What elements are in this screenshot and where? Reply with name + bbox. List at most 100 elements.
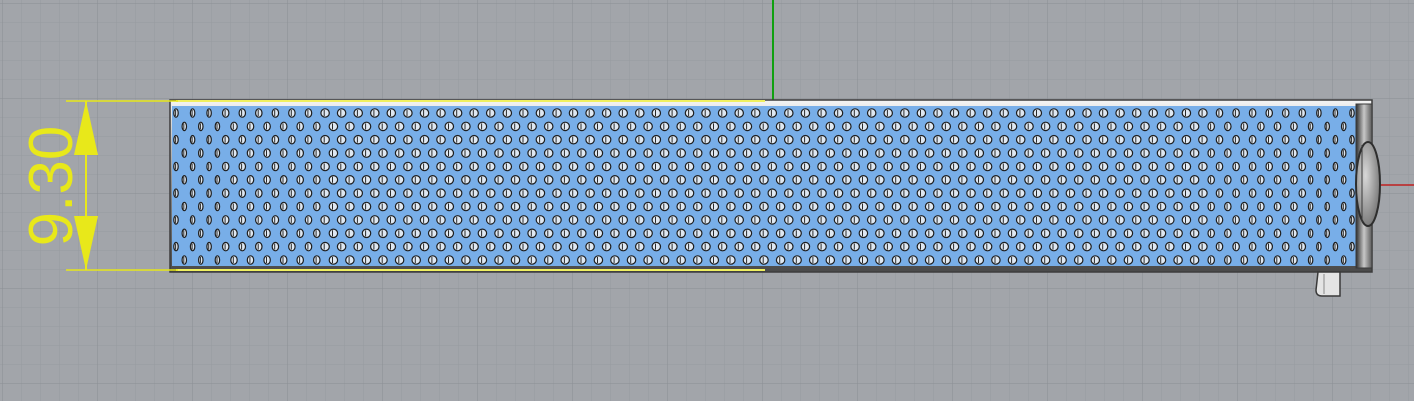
perforation-hole [908,255,918,265]
perforation-hole [941,228,951,239]
perforation-hole [510,148,521,158]
perforation-hole [1257,255,1265,265]
perforation-hole [800,134,811,145]
perforation-hole [246,175,255,185]
perforation-hole [568,161,579,172]
perforation-hole [982,188,993,198]
perforation-hole [651,161,662,172]
perforation-hole [436,188,446,198]
perforation-hole [477,175,488,185]
perforation-hole [726,255,736,265]
perforation-hole [552,161,562,172]
perforation-hole [643,175,653,185]
perforation-hole [1257,228,1265,239]
perforation-hole [841,201,852,212]
perforation-hole [461,201,471,212]
perforation-hole [254,215,263,225]
perforation-hole [1098,161,1109,172]
perforation-hole [933,241,943,252]
perforation-hole [982,241,993,252]
perforation-hole [296,175,305,185]
perforation-hole [320,241,330,252]
perforation-hole [991,228,1001,239]
perforated-tube[interactable] [169,99,1381,297]
perforation-hole [1057,121,1067,132]
perforation-hole [999,134,1009,145]
perforation-hole [610,148,620,158]
perforation-hole [361,255,372,265]
perforation-hole [518,161,529,172]
perforation-hole [444,121,455,132]
perforation-hole [1065,241,1076,252]
perforation-hole [767,188,778,198]
perforation-hole [949,241,960,252]
perforation-hole [933,134,943,145]
perforation-hole [1073,255,1084,265]
perforation-hole [775,148,786,158]
perforation-hole [1290,201,1298,212]
perforation-hole [576,228,587,239]
perforation-hole [899,108,910,118]
perforation-hole [1265,161,1274,172]
perforation-hole [817,134,827,145]
perforation-hole [1115,215,1125,225]
perforation-hole [899,134,910,145]
perforation-hole [1207,201,1216,212]
perforation-hole [469,241,479,252]
perforation-hole [1098,188,1109,198]
perforation-hole [312,201,321,212]
perforation-hole [369,215,380,225]
perforation-hole [1189,175,1200,185]
perforation-hole [510,228,521,239]
perforation-hole [1148,161,1158,172]
perforation-hole [552,188,562,198]
perforation-hole [246,148,255,158]
perforation-hole [1189,228,1200,239]
perforation-hole [1049,161,1059,172]
perforation-hole [734,241,744,252]
perforation-hole [436,108,446,118]
perforation-hole [1140,255,1150,265]
perforation-hole [576,175,587,185]
perforation-hole [411,228,421,239]
perforation-hole [808,175,819,185]
perforation-hole [1257,148,1265,158]
perforation-hole [858,121,869,132]
perforation-hole [1015,215,1026,225]
perforation-hole [312,121,321,132]
perforation-hole [991,255,1001,265]
perforation-hole [916,108,927,118]
perforation-hole [949,188,960,198]
perforation-hole [1115,108,1125,118]
perforation-hole [1024,121,1034,132]
perforation-hole [916,241,927,252]
perforation-hole [328,148,339,158]
perforation-hole [411,148,421,158]
perforation-hole [866,161,877,172]
perforation-hole [659,175,670,185]
perforation-hole [1049,215,1059,225]
perforation-hole [1265,188,1274,198]
perforation-hole [386,241,397,252]
viewport-canvas[interactable]: 9.30 [0,0,1414,401]
perforation-hole [999,215,1009,225]
perforation-hole [1156,121,1167,132]
perforation-hole [966,215,976,225]
perforation-hole [469,188,479,198]
perforation-hole [924,121,935,132]
perforation-hole [527,255,537,265]
perforation-hole [1257,201,1265,212]
perforation-hole [701,134,711,145]
perforation-hole [833,108,844,118]
perforation-hole [634,108,645,118]
perforation-hole [254,188,263,198]
modeling-viewport[interactable]: 9.30 [0,0,1414,401]
perforation-hole [866,134,877,145]
perforation-hole [999,241,1009,252]
perforation-hole [883,241,893,252]
perforation-hole [1232,215,1240,225]
perforation-hole [543,255,554,265]
perforation-hole [1273,201,1282,212]
perforation-hole [924,228,935,239]
perforation-hole [1224,228,1232,239]
